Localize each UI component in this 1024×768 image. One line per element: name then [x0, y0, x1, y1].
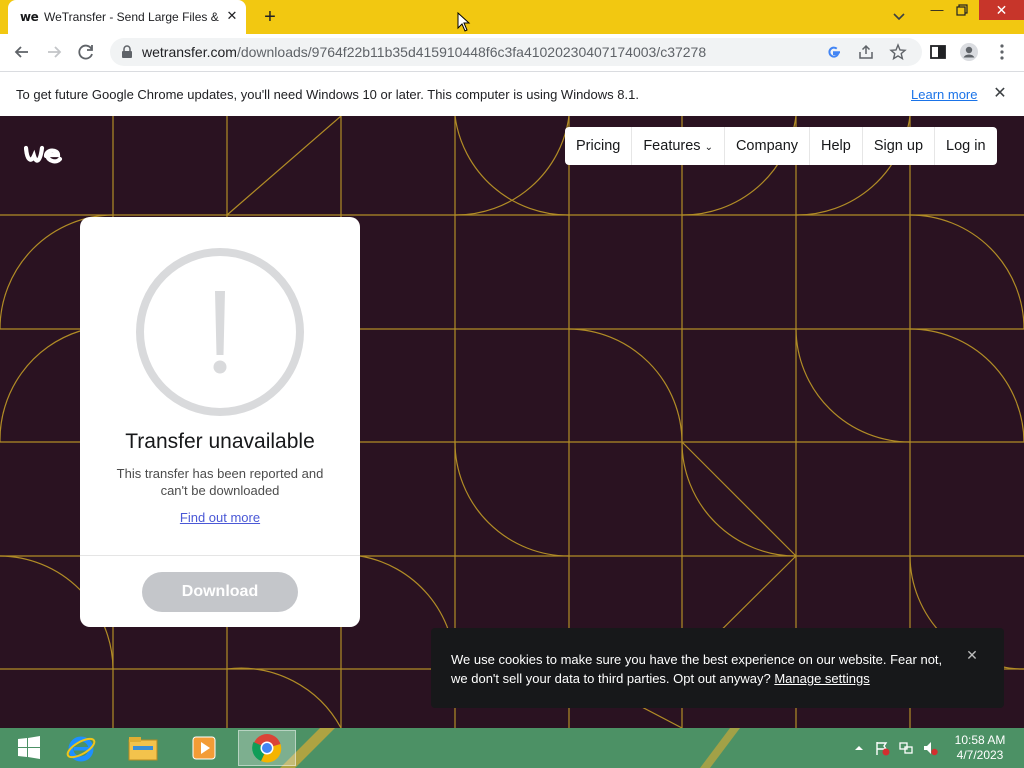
bookmark-star-icon[interactable]: [889, 43, 907, 61]
card-divider: [80, 555, 360, 556]
tab-title: WeTransfer - Send Large Files & Share Ph…: [44, 10, 222, 24]
card-title: Transfer unavailable: [125, 430, 315, 453]
address-bar[interactable]: wetransfer.com/downloads/9764f22b11b35d4…: [110, 38, 922, 66]
system-clock[interactable]: 10:58 AM 4/7/2023: [950, 733, 1010, 763]
wetransfer-favicon-icon: we: [20, 10, 39, 24]
nav-features-label: Features: [643, 138, 701, 154]
cookie-close-icon[interactable]: ✕: [963, 646, 981, 664]
learn-more-link[interactable]: Learn more: [911, 87, 977, 102]
top-nav: Pricing Features ⌄ Company Help Sign up L…: [565, 127, 997, 165]
chrome-menu-icon[interactable]: [991, 41, 1013, 63]
update-infobar: To get future Google Chrome updates, you…: [0, 71, 1024, 116]
infobar-message: To get future Google Chrome updates, you…: [16, 87, 639, 102]
tab-wetransfer[interactable]: we WeTransfer - Send Large Files & Share…: [8, 0, 246, 34]
file-explorer-icon: [128, 737, 158, 761]
profile-avatar-icon[interactable]: [958, 41, 980, 63]
chrome-icon: [252, 734, 282, 763]
exclamation-circle-icon: [136, 248, 304, 416]
taskbar-file-explorer[interactable]: [114, 730, 172, 766]
browser-toolbar: wetransfer.com/downloads/9764f22b11b35d4…: [0, 34, 1024, 71]
infobar-close-icon[interactable]: ✕: [990, 84, 1010, 104]
nav-pricing[interactable]: Pricing: [565, 127, 631, 165]
side-panel-icon[interactable]: [927, 41, 949, 63]
wetransfer-page: Pricing Features ⌄ Company Help Sign up L…: [0, 116, 1024, 728]
action-center-flag-icon[interactable]: [874, 740, 890, 756]
taskbar-internet-explorer[interactable]: [52, 730, 110, 766]
nav-sign-up[interactable]: Sign up: [861, 127, 934, 165]
download-button[interactable]: Download: [142, 572, 298, 612]
internet-explorer-icon: [66, 736, 96, 762]
taskbar-media-player[interactable]: [175, 730, 233, 766]
reload-icon[interactable]: [75, 41, 97, 63]
card-message: This transfer has been reported and can'…: [116, 466, 324, 498]
network-icon[interactable]: [898, 740, 914, 756]
start-button[interactable]: [0, 730, 58, 766]
google-g-icon[interactable]: [825, 43, 843, 61]
tab-close-icon[interactable]: ✕: [224, 8, 240, 24]
nav-company[interactable]: Company: [723, 127, 809, 165]
nav-log-in[interactable]: Log in: [934, 127, 997, 165]
url-text[interactable]: wetransfer.com/downloads/9764f22b11b35d4…: [142, 44, 706, 60]
window-close-button[interactable]: ✕: [979, 0, 1024, 20]
tab-search-chevron-icon[interactable]: [889, 8, 909, 26]
nav-help[interactable]: Help: [809, 127, 862, 165]
find-out-more-link[interactable]: Find out more: [80, 510, 360, 525]
manage-settings-link[interactable]: Manage settings: [774, 671, 869, 686]
transfer-card: Transfer unavailable This transfer has b…: [80, 217, 360, 627]
url-path: /downloads/9764f22b11b35d415910448f6c3fa…: [236, 44, 707, 60]
cookie-text: We use cookies to make sure you have the…: [451, 650, 951, 688]
volume-muted-icon[interactable]: [922, 740, 938, 756]
url-host: wetransfer.com: [142, 44, 237, 60]
lock-icon[interactable]: [121, 45, 133, 59]
share-icon[interactable]: [857, 43, 875, 61]
media-player-icon: [192, 736, 216, 760]
mouse-cursor-icon: [457, 12, 471, 32]
windows-logo-icon: [18, 736, 40, 759]
windows-taskbar: 10:58 AM 4/7/2023: [0, 728, 1024, 768]
restore-button[interactable]: [952, 2, 974, 20]
clock-time: 10:58 AM: [954, 733, 1006, 747]
chevron-down-icon: ⌄: [704, 142, 713, 153]
back-arrow-icon[interactable]: [11, 41, 33, 63]
cookie-banner: We use cookies to make sure you have the…: [431, 628, 1004, 708]
new-tab-button[interactable]: +: [258, 5, 282, 29]
taskbar-chrome[interactable]: [238, 730, 296, 766]
nav-features[interactable]: Features ⌄: [631, 127, 724, 165]
wetransfer-logo[interactable]: [24, 144, 70, 166]
tab-strip: we WeTransfer - Send Large Files & Share…: [0, 0, 1024, 34]
screen: we WeTransfer - Send Large Files & Share…: [0, 0, 1024, 768]
minimize-button[interactable]: —: [926, 2, 948, 20]
forward-arrow-icon[interactable]: [43, 41, 65, 63]
clock-date: 4/7/2023: [956, 748, 1004, 762]
show-hidden-icons-icon[interactable]: [851, 740, 867, 756]
